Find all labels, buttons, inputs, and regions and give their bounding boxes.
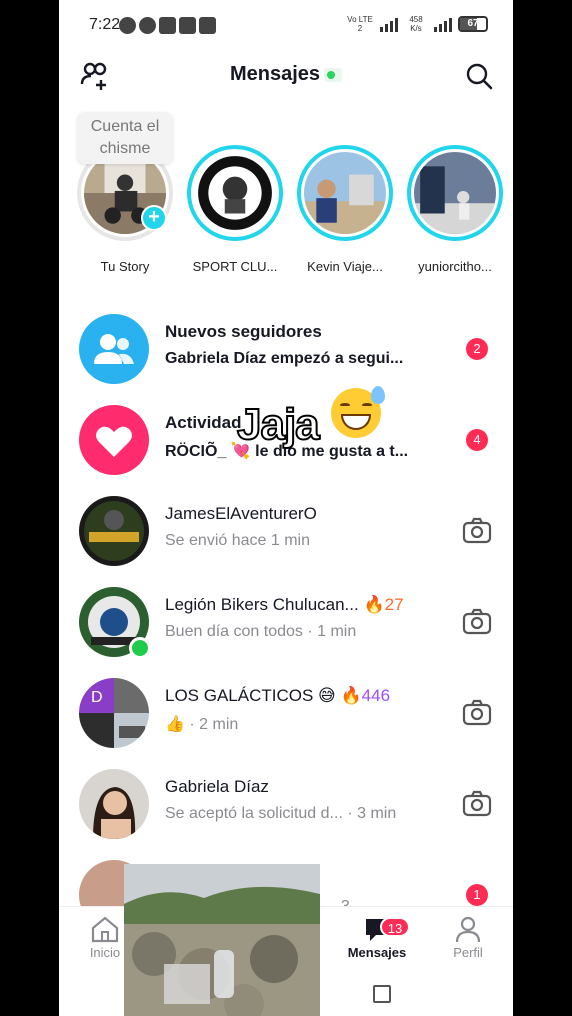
- conversation-name: JamesElAventurerO: [165, 504, 317, 523]
- youtube-icon: [179, 17, 196, 34]
- conversation-name: Nuevos seguidores: [165, 322, 322, 341]
- messages-screen: 7:22 Vo LTE 2 458 K/s 67 Mensajes + Tu S…: [59, 0, 513, 1016]
- battery-icon: 67: [458, 16, 488, 32]
- camera-icon[interactable]: [461, 697, 493, 729]
- online-status-icon[interactable]: [324, 67, 343, 82]
- overlay-sticker-text: Jaja: [236, 399, 321, 450]
- conversation-name: Gabriela Díaz: [165, 777, 269, 796]
- profile-icon: [455, 916, 481, 943]
- app-icon: [159, 17, 176, 34]
- conversation-name: LOS GALÁCTICOS 😅 🔥446: [165, 686, 391, 705]
- lte-indicator: Vo LTE 2: [347, 15, 373, 33]
- signal-icon-2: [434, 16, 452, 32]
- streak-icon: 🔥: [363, 595, 385, 614]
- whatsapp-icon: [119, 17, 136, 34]
- conversation-preview: Se envió hace 1 min: [165, 532, 310, 549]
- online-indicator: [129, 637, 151, 659]
- list-item-followers[interactable]: Nuevos seguidores Gabriela Díaz empezó a…: [59, 304, 513, 394]
- facebook-icon: [139, 17, 156, 34]
- camera-icon[interactable]: [461, 606, 493, 638]
- nav-messages[interactable]: Mensajes 13: [342, 915, 412, 960]
- conversation-preview: Se aceptó la solicitud d... · 3 min: [165, 805, 397, 822]
- streak-count: 446: [361, 686, 391, 705]
- avatar: [194, 152, 276, 234]
- status-right: Vo LTE 2 458 K/s 67: [346, 15, 488, 33]
- conversation-name: Actividad: [165, 413, 242, 432]
- streak-count: 27: [384, 595, 404, 614]
- nav-profile[interactable]: Perfil: [433, 915, 503, 960]
- page-title[interactable]: Mensajes: [59, 63, 513, 86]
- list-item-gabriela[interactable]: Gabriela Díaz Se aceptó la solicitud d..…: [59, 759, 513, 849]
- messages-badge: 13: [380, 917, 410, 937]
- header: Mensajes: [59, 50, 513, 100]
- story-label: Tu Story: [100, 259, 150, 274]
- avatar: D: [79, 678, 149, 748]
- notification-icons: [119, 17, 216, 34]
- conversation-preview: Gabriela Díaz empezó a segui...: [165, 350, 404, 367]
- story-tooltip[interactable]: Cuenta el chisme: [77, 112, 173, 164]
- search-icon[interactable]: [465, 62, 493, 90]
- story-own[interactable]: + Tu Story: [75, 145, 175, 274]
- add-story-icon[interactable]: +: [141, 205, 167, 231]
- avatar: [304, 152, 386, 234]
- list-item-los-galacticos[interactable]: D LOS GALÁCTICOS 😅 🔥446 👍 · 2 min: [59, 668, 513, 758]
- nav-messages-label: Mensajes: [347, 945, 407, 960]
- sweat-smile-emoji: [331, 386, 385, 438]
- status-time: 7:22: [89, 16, 121, 33]
- activity-avatar: [79, 405, 149, 475]
- speed-indicator: 458 K/s: [409, 15, 423, 33]
- people-icon: [94, 334, 134, 364]
- status-bar: 7:22 Vo LTE 2 458 K/s 67: [59, 0, 513, 50]
- list-item-james[interactable]: JamesElAventurerO Se envió hace 1 min: [59, 486, 513, 576]
- svg-text:D: D: [91, 689, 103, 706]
- camera-icon[interactable]: [461, 788, 493, 820]
- story-yuniorcitho[interactable]: yuniorcitho...: [405, 145, 505, 274]
- streak-icon: 🔥: [340, 686, 362, 705]
- avatar: [414, 152, 496, 234]
- nav-home-label: Inicio: [89, 945, 121, 960]
- heart-icon: [96, 426, 132, 457]
- conversation-name: Legión Bikers Chulucan... 🔥27: [165, 595, 404, 614]
- story-label: yuniorcitho...: [418, 259, 492, 274]
- unread-badge: 1: [466, 884, 488, 906]
- nav-profile-label: Perfil: [453, 945, 483, 960]
- recent-apps-button[interactable]: [373, 985, 391, 1003]
- followers-avatar: [79, 314, 149, 384]
- story-label: SPORT CLU...: [192, 259, 278, 274]
- unread-badge: 4: [466, 429, 488, 451]
- avatar: [79, 496, 149, 566]
- unread-badge: 2: [466, 338, 488, 360]
- story-sport-club[interactable]: SPORT CLU...: [185, 145, 285, 274]
- home-icon: [91, 916, 119, 943]
- story-label: Kevin Viaje...: [307, 259, 383, 274]
- camera-icon[interactable]: [461, 515, 493, 547]
- conversation-preview: 👍 · 2 min: [165, 716, 239, 733]
- story-kevin[interactable]: Kevin Viaje...: [295, 145, 395, 274]
- signal-icon: [380, 16, 398, 32]
- gmail-icon: [199, 17, 216, 34]
- avatar: [79, 769, 149, 839]
- conversation-preview: Buen día con todos · 1 min: [165, 623, 357, 640]
- list-item-legion-bikers[interactable]: Legión Bikers Chulucan... 🔥27 Buen día c…: [59, 577, 513, 667]
- video-preview[interactable]: [124, 864, 320, 1016]
